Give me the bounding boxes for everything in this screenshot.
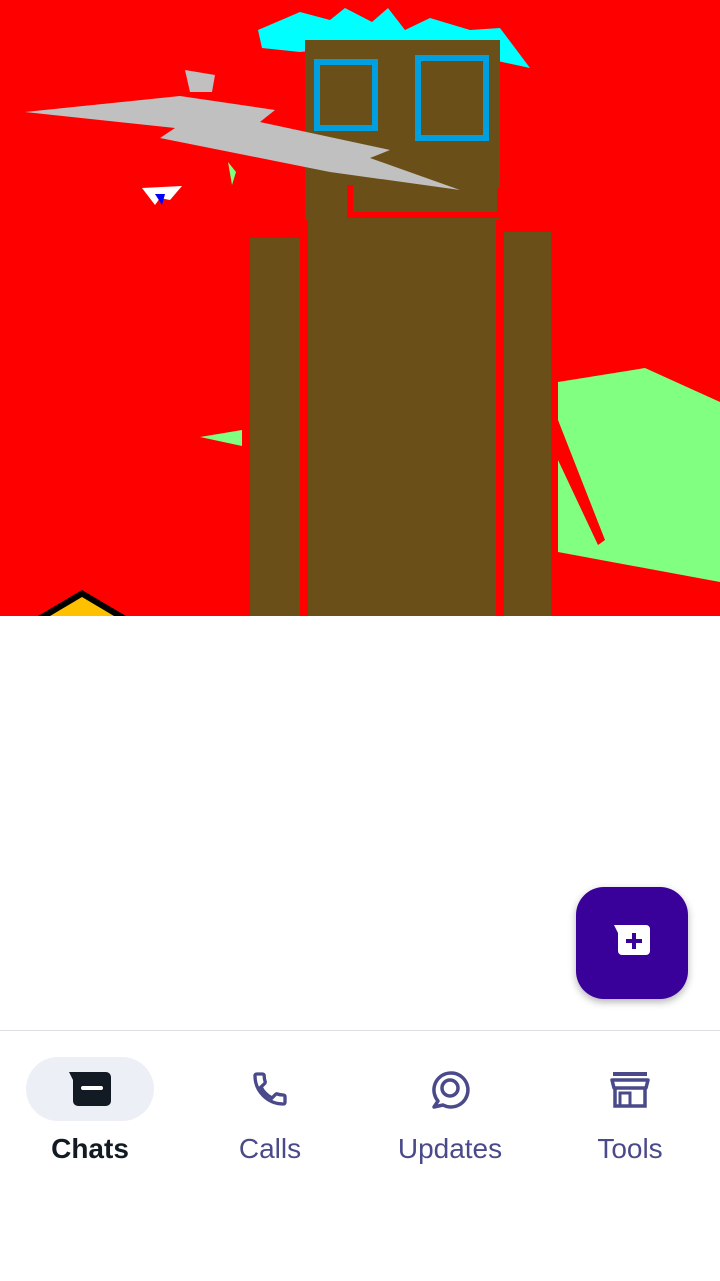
new-chat-icon bbox=[612, 923, 652, 964]
tab-calls[interactable]: Calls bbox=[180, 1055, 360, 1175]
store-icon bbox=[608, 1067, 652, 1111]
tab-updates-label: Updates bbox=[397, 1133, 503, 1164]
tab-calls-label: Calls bbox=[238, 1133, 302, 1164]
new-chat-button[interactable] bbox=[576, 887, 688, 999]
tab-tools-label: Tools bbox=[597, 1133, 663, 1164]
chat-icon bbox=[68, 1067, 112, 1111]
updates-icon bbox=[428, 1067, 472, 1111]
drawing-canvas bbox=[0, 0, 720, 616]
tab-tools[interactable]: Tools bbox=[540, 1055, 720, 1175]
shared-image[interactable] bbox=[0, 0, 720, 616]
tab-chats[interactable]: Chats bbox=[0, 1055, 180, 1175]
tab-chats-label: Chats bbox=[51, 1133, 129, 1164]
tab-updates[interactable]: Updates bbox=[360, 1055, 540, 1175]
phone-icon bbox=[248, 1067, 292, 1111]
bottom-navigation: Chats Calls Updates Tools bbox=[0, 1030, 720, 1281]
